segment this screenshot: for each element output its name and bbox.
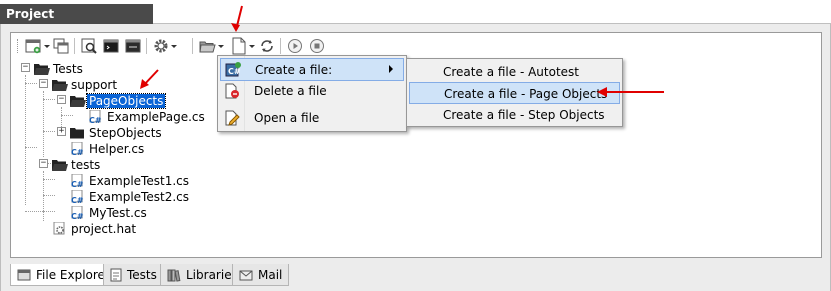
arrow-to-page-objects-item	[597, 87, 664, 97]
arrow-to-new-file-button	[231, 5, 243, 32]
annotation-arrows	[140, 5, 664, 97]
arrow-to-pageobjects	[140, 69, 159, 89]
